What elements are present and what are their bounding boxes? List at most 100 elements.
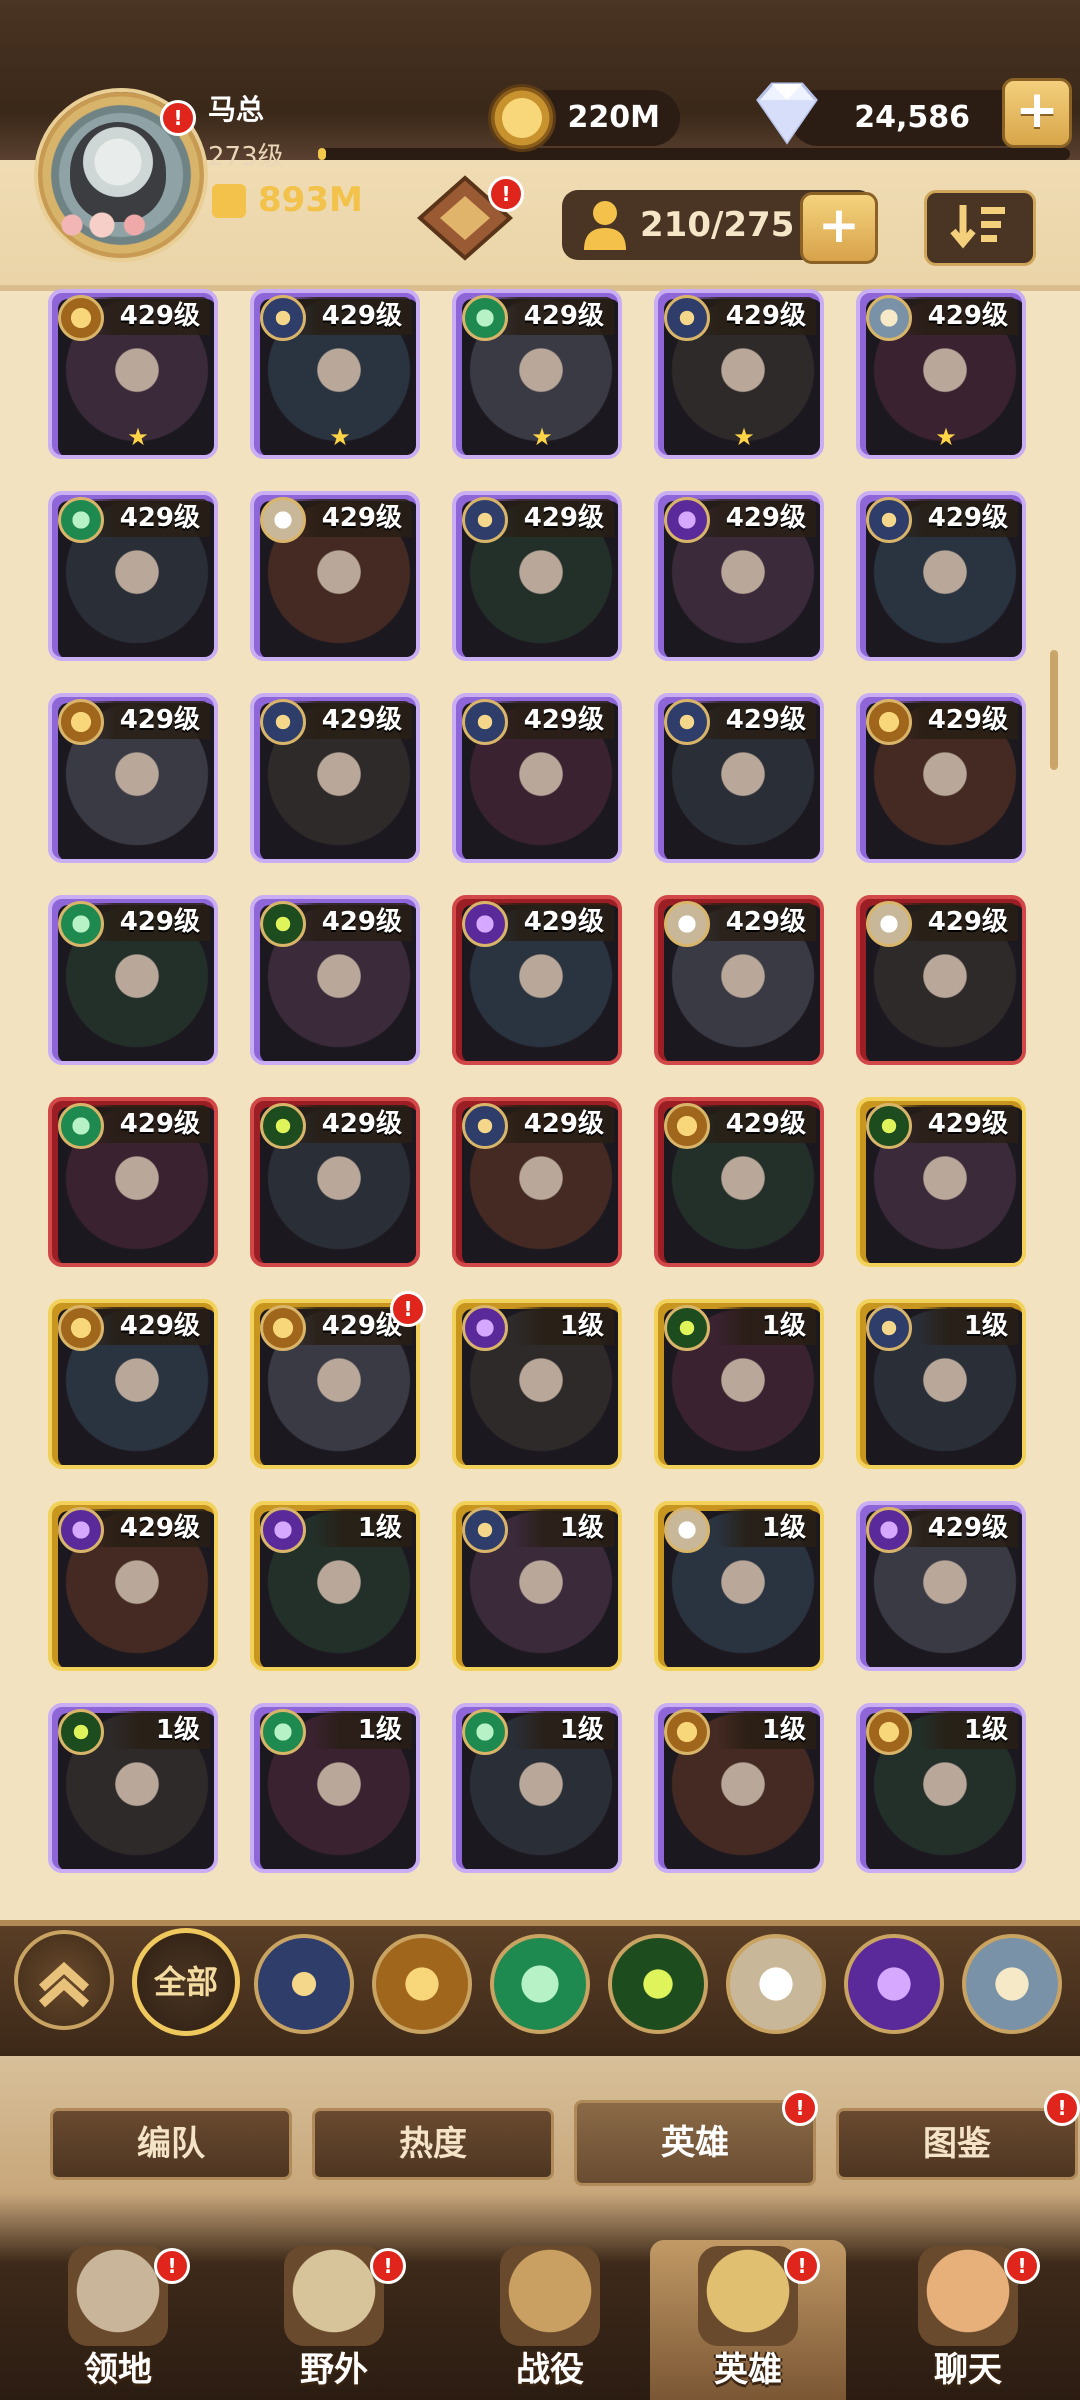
filter-white-button[interactable] [726, 1934, 826, 2034]
faction-blue-icon [462, 497, 508, 543]
faction-blue-icon [664, 295, 710, 341]
hero-card[interactable]: 429级 [48, 693, 218, 863]
filter-blue-button[interactable] [254, 1934, 354, 2034]
faction-white-icon [664, 901, 710, 947]
hero-alert-badge: ! [390, 1291, 426, 1327]
faction-blue-icon [462, 1103, 508, 1149]
experience-fill [318, 148, 326, 160]
hero-card[interactable]: 429级 [452, 1097, 622, 1267]
nav-2[interactable]: 战役 [452, 2240, 648, 2400]
nav-alert-badge: ! [154, 2248, 190, 2284]
hero-card[interactable]: 429级 ★ [654, 289, 824, 459]
faction-eye-icon [58, 1709, 104, 1755]
hero-card[interactable]: 429级 [856, 491, 1026, 661]
hero-card[interactable]: 429级 [250, 491, 420, 661]
hero-card[interactable]: 429级 [48, 895, 218, 1065]
tab-1[interactable]: 热度 [312, 2108, 554, 2180]
faction-gold-icon [58, 1305, 104, 1351]
hero-level: 1级 [917, 1307, 1018, 1345]
hero-card[interactable]: 1级 [856, 1703, 1026, 1873]
filter-eye-button[interactable] [608, 1934, 708, 2034]
hero-card[interactable]: 1级 [654, 1299, 824, 1469]
hero-level: 1级 [513, 1711, 614, 1749]
hero-card[interactable]: 429级 [250, 1097, 420, 1267]
sort-icon [950, 205, 1005, 249]
hero-card[interactable]: 1级 [250, 1501, 420, 1671]
tab-0[interactable]: 编队 [50, 2108, 292, 2180]
hero-card[interactable]: 429级 [654, 491, 824, 661]
hero-card[interactable]: 429级 [654, 693, 824, 863]
hero-card[interactable]: 1级 [856, 1299, 1026, 1469]
hero-card[interactable]: 1级 [452, 1703, 622, 1873]
faction-gold-icon [58, 699, 104, 745]
filter-all-button[interactable]: 全部 [132, 1928, 240, 2036]
helmet-icon [698, 2246, 798, 2346]
player-level: 273级 [208, 142, 284, 172]
add-gems-button[interactable]: + [1002, 78, 1072, 148]
chat-bubble-icon [918, 2246, 1018, 2346]
hero-card[interactable]: 1级 [452, 1299, 622, 1469]
star-icon: ★ [935, 423, 957, 451]
nav-label: 野外 [300, 2350, 368, 2390]
faction-gold-icon [866, 1709, 912, 1755]
tab-2[interactable]: 英雄 [574, 2100, 816, 2186]
hero-card[interactable]: 429级 [452, 895, 622, 1065]
hero-card[interactable]: 429级 [856, 1097, 1026, 1267]
hero-card[interactable]: 429级 [250, 1299, 420, 1469]
filter-gold-button[interactable] [372, 1934, 472, 2034]
expand-capacity-button[interactable]: + [800, 192, 878, 264]
faction-silver-icon [866, 295, 912, 341]
faction-blue-icon [866, 1305, 912, 1351]
tab-3[interactable]: 图鉴 [836, 2108, 1078, 2180]
faction-gold-icon [866, 699, 912, 745]
hero-card[interactable]: 1级 [48, 1703, 218, 1873]
hero-card[interactable]: 429级 [856, 895, 1026, 1065]
filter-purple-button[interactable] [844, 1934, 944, 2034]
collapse-button[interactable] [14, 1930, 114, 2030]
hero-card[interactable]: 1级 [452, 1501, 622, 1671]
hero-card[interactable]: 429级 ★ [250, 289, 420, 459]
person-icon [580, 198, 630, 252]
faction-white-icon [260, 497, 306, 543]
hero-card[interactable]: 429级 ★ [48, 289, 218, 459]
hero-card[interactable]: 429级 [856, 693, 1026, 863]
hero-level: 1级 [311, 1509, 412, 1547]
hero-card[interactable]: 429级 [654, 1097, 824, 1267]
hero-card[interactable]: 429级 [452, 693, 622, 863]
hero-card[interactable]: 429级 [250, 693, 420, 863]
star-icon: ★ [733, 423, 755, 451]
gold-coin-icon [488, 84, 556, 152]
star-icon: ★ [531, 423, 553, 451]
hero-card[interactable]: 429级 ★ [452, 289, 622, 459]
fist-icon [212, 184, 246, 218]
hero-card[interactable]: 429级 [48, 491, 218, 661]
avatar-frame-flowers [48, 205, 168, 245]
hero-card[interactable]: 1级 [250, 1703, 420, 1873]
filter-silver-button[interactable] [962, 1934, 1062, 2034]
filter-green-button[interactable] [490, 1934, 590, 2034]
faction-purple-icon [260, 1507, 306, 1553]
diamond-icon [748, 80, 826, 146]
faction-blue-icon [462, 699, 508, 745]
faction-white-icon [664, 1507, 710, 1553]
hero-card[interactable]: 429级 [48, 1097, 218, 1267]
hero-card[interactable]: 429级 [654, 895, 824, 1065]
faction-green-icon [58, 1103, 104, 1149]
scrollbar[interactable] [1050, 650, 1058, 770]
hero-level: 1级 [513, 1509, 614, 1547]
hero-level: 1级 [513, 1307, 614, 1345]
sort-button[interactable] [924, 190, 1036, 266]
hero-card[interactable]: 429级 [48, 1299, 218, 1469]
faction-gold-icon [260, 1305, 306, 1351]
hero-card[interactable]: 429级 ★ [856, 289, 1026, 459]
hero-card[interactable]: 429级 [250, 895, 420, 1065]
hero-card[interactable]: 429级 [452, 491, 622, 661]
hero-card[interactable]: 1级 [654, 1501, 824, 1671]
hero-card[interactable]: 429级 [48, 1501, 218, 1671]
faction-blue-icon [462, 1507, 508, 1553]
avatar-alert-badge: ! [160, 100, 196, 136]
hero-card[interactable]: 1级 [654, 1703, 824, 1873]
faction-eye-icon [664, 1305, 710, 1351]
map-scroll-icon [284, 2246, 384, 2346]
hero-card[interactable]: 429级 [856, 1501, 1026, 1671]
